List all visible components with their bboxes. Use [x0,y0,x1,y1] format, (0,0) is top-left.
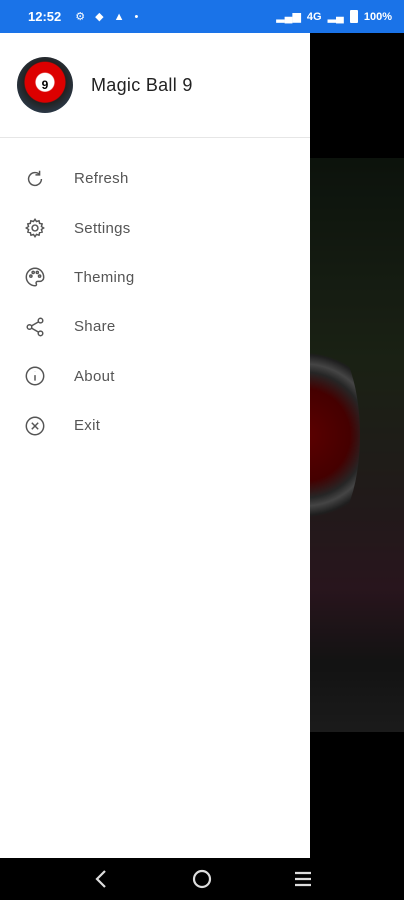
menu-icon[interactable] [283,864,323,894]
notification-icons: ⚙ ◆ ▲ • [75,10,139,24]
status-right: ▂▄▆ 4G ▂▄ 100% [276,10,392,23]
back-icon[interactable] [81,864,121,894]
menu-item-theming[interactable]: Theming [0,253,310,302]
palette-icon [24,266,46,288]
menu-label-exit: Exit [74,417,101,435]
close-circle-icon [24,415,46,437]
menu-label-about: About [74,367,115,385]
menu-item-exit[interactable]: Exit [0,401,310,450]
gear-icon [24,217,46,239]
menu-item-refresh[interactable]: Refresh [0,154,310,203]
info-icon [24,365,46,387]
battery-icon [349,10,358,23]
upload-icon: ▲ [113,10,125,23]
menu-item-about[interactable]: About [0,352,310,401]
battery-level: 100% [363,10,392,23]
app-name: Magic Ball 9 [91,74,193,95]
navigation-drawer: 9 Magic Ball 9 Refresh Settings Theming [0,33,310,858]
avatar-number: 9 [41,78,49,92]
drawer-menu: Refresh Settings Theming Share About Exi… [0,138,310,450]
drawer-header: 9 Magic Ball 9 [0,33,310,138]
menu-label-settings: Settings [74,219,131,237]
menu-label-refresh: Refresh [74,170,129,188]
settings-notification-icon: ⚙ [75,11,86,23]
system-navigation-bar [0,858,404,900]
location-icon: ◆ [95,11,104,23]
app-logo-icon: 9 [17,57,73,113]
home-icon[interactable] [182,864,222,894]
status-time: 12:52 [28,9,62,24]
network-type: 4G [306,10,322,23]
menu-item-settings[interactable]: Settings [0,203,310,252]
menu-label-theming: Theming [74,268,135,286]
dot-icon: • [134,10,139,23]
menu-item-share[interactable]: Share [0,302,310,351]
menu-label-share: Share [74,318,116,336]
share-icon [24,316,46,338]
signal-icon-2: ▂▄ [327,11,344,23]
status-bar: 12:52 ⚙ ◆ ▲ • ▂▄▆ 4G ▂▄ 100% [0,0,404,33]
signal-icon: ▂▄▆ [276,11,301,23]
refresh-icon [24,168,46,190]
